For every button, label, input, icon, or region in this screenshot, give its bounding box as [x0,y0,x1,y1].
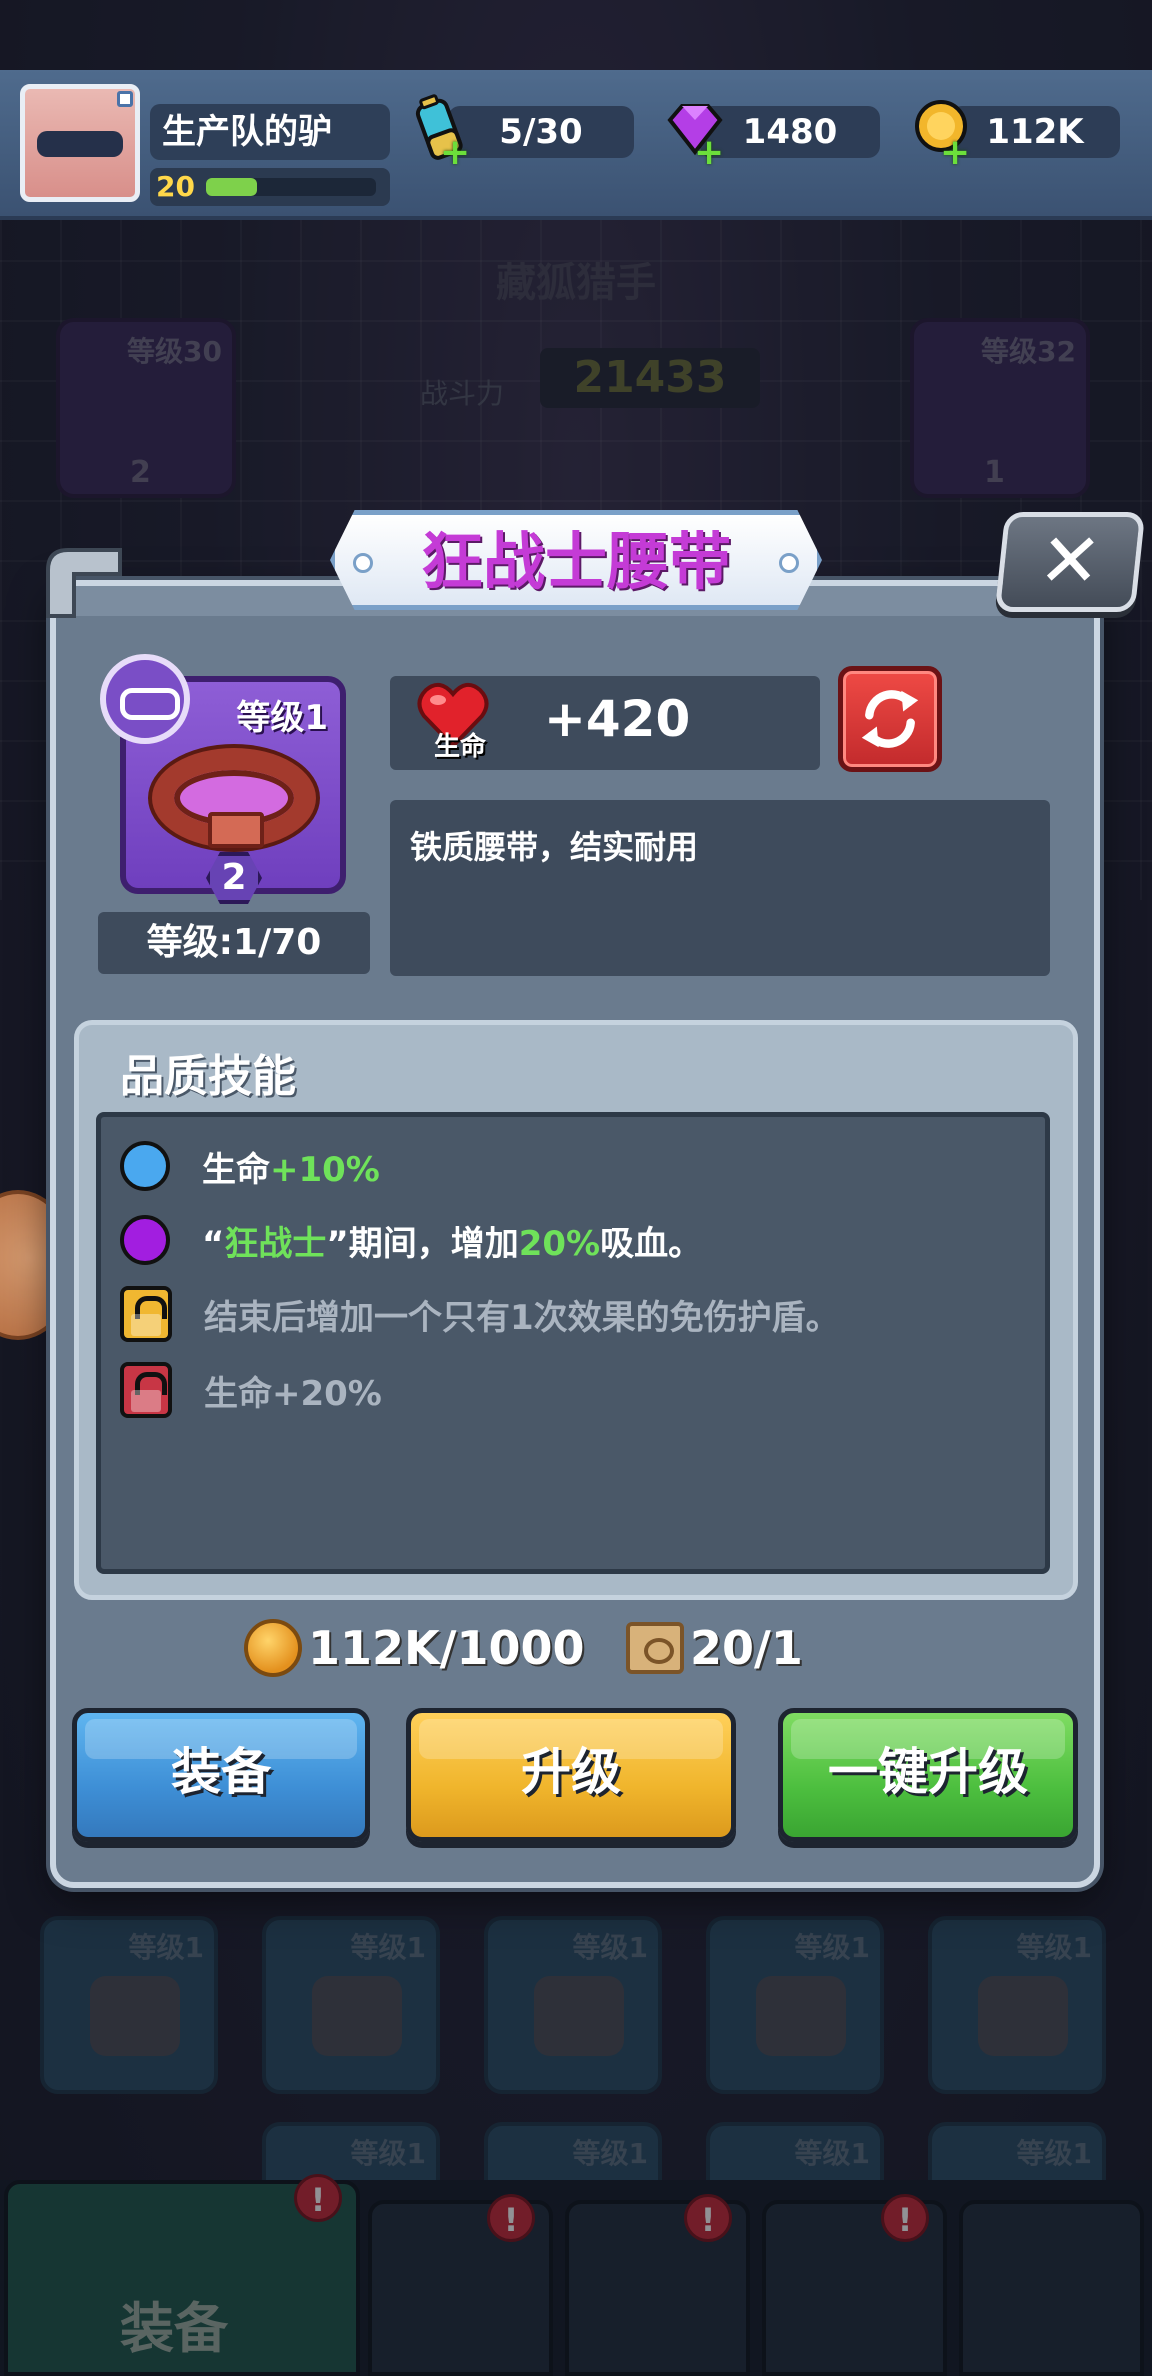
refresh-icon [861,690,919,748]
add-gem-icon[interactable]: + [694,135,724,171]
equip-button[interactable]: 装备 [72,1708,370,1842]
skill-row-locked: 结束后增加一个只有1次效果的免伤护盾。 [120,1284,840,1344]
gold-coin-icon [244,1619,302,1677]
xp-fill [206,178,257,196]
scroll-cost: 20/1 [626,1618,803,1678]
blueprint-scroll-icon [626,1622,684,1674]
sunglasses-icon [37,131,123,157]
item-level-badge: 等级1 [236,698,328,738]
equip-button-label: 装备 [171,1743,271,1801]
gold-lock-icon [120,1286,172,1342]
avatar-corner-icon [117,91,133,107]
item-level-progress: 等级:1/70 [98,912,370,974]
upgrade-button[interactable]: 升级 [406,1708,736,1842]
close-button[interactable]: ✕ [994,512,1146,612]
stat-value: +420 [544,690,691,748]
one-click-upgrade-label: 一键升级 [828,1743,1028,1801]
player-name: 生产队的驴 [150,104,390,160]
red-lock-icon [120,1362,172,1418]
belt-buckle-icon [208,812,264,848]
skill-text: 结束后增加一个只有1次效果的免伤护盾。 [204,1297,840,1338]
stat-label: 生命 [434,732,487,762]
pipe-decoration-icon [46,548,122,618]
gold-cost-value: 112K/1000 [308,1621,585,1675]
item-title: 狂战士腰带 [420,525,731,598]
quality-skills-title: 品质技能 [120,1051,296,1102]
xp-track [206,178,376,196]
skill-text: 生命+10% [202,1149,380,1190]
refresh-button[interactable] [838,666,942,772]
skill-row: 生命+10% [120,1136,380,1196]
purple-dot-icon [120,1215,170,1265]
item-description: 铁质腰带，结实耐用 [390,800,1050,976]
blue-dot-icon [120,1141,170,1191]
skill-text: 生命+20% [204,1373,382,1414]
energy-counter[interactable]: 5/30 [448,106,634,158]
player-avatar[interactable] [20,84,140,202]
skill-row: “狂战士”期间，增加20%吸血。 [120,1210,702,1270]
one-click-upgrade-button[interactable]: 一键升级 [778,1708,1078,1842]
skill-row-locked: 生命+20% [120,1360,382,1420]
stat-box: 生命 +420 [390,676,820,770]
upgrade-button-label: 升级 [521,1743,621,1801]
belt-type-icon [100,654,190,744]
gold-cost: 112K/1000 [244,1618,585,1678]
add-energy-icon[interactable]: + [440,135,470,171]
scroll-cost-value: 20/1 [690,1621,803,1675]
skill-text: “狂战士”期间，增加20%吸血。 [202,1223,703,1264]
player-level-bar: 20 [150,168,390,206]
player-level: 20 [156,170,195,203]
add-gold-icon[interactable]: + [940,135,970,171]
